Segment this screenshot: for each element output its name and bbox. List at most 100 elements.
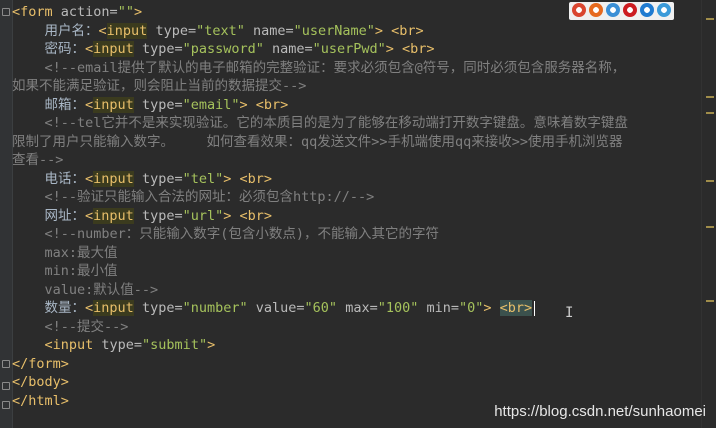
code-token: type= [141,300,183,316]
code-line[interactable]: 网址：<input type="url"> <br> [12,207,702,226]
opera-icon[interactable] [623,3,637,17]
code-token: 限制了用户只能输入数字。 如何查看效果：qq发送文件>>手机端使用qq来接收>>… [12,133,623,150]
stripe-mark[interactable] [706,300,714,302]
code-token: > <br> [385,41,435,57]
code-token: > [133,4,143,20]
code-line[interactable]: 电话：<input type="tel"> <br> [12,170,702,189]
code-token: <input [12,337,102,353]
code-token: type= [101,337,143,353]
code-line[interactable]: 用户名：<input type="text" name="userName"> … [12,22,702,41]
code-line[interactable]: value:默认值--> [12,281,702,300]
code-line[interactable]: 邮箱：<input type="email"> <br> [12,96,702,115]
code-line[interactable]: <!--提交--> [12,318,702,337]
code-line[interactable]: <!--tel它并不是来实现验证。它的本质目的是为了能够在移动端打开数字键盘。意… [12,114,702,133]
code-token: type= [141,96,183,113]
code-line[interactable]: 限制了用户只能输入数字。 如何查看效果：qq发送文件>>手机端使用qq来接收>>… [12,133,702,152]
code-token: <!--验证只能输入合法的网址：必须包含http://--> [12,189,375,205]
code-token: </html> [12,392,69,409]
code-token: < [85,41,94,57]
code-line[interactable]: 密码：<input type="password" name="userPwd"… [12,40,702,59]
code-token: "submit" [142,337,208,353]
code-line[interactable]: <input type="submit"> [12,336,702,355]
code-token: "email" [182,96,240,113]
code-token: "userPwd" [312,41,386,57]
stripe-mark[interactable] [706,112,714,114]
code-token: type= [141,207,183,224]
watermark: https://blog.csdn.net/sunhaomei [494,403,706,420]
browser-preview-toolbar [569,2,674,20]
code-token: <!--tel它并不是来实现验证。它的本质目的是为了能够在移动端打开数字键盘。意… [12,115,628,131]
code-token: "text" [196,22,245,39]
fold-marker-icon[interactable] [2,382,10,390]
firefox-icon[interactable] [589,3,603,17]
code-token: < [98,22,107,39]
code-token: "tel" [182,170,224,187]
code-token: input [93,96,134,113]
code-line[interactable]: <!--email提供了默认的电子邮箱的完整验证：要求必须包含@符号，同时必须包… [12,59,702,78]
code-line[interactable]: 查看--> [12,151,702,170]
code-token: "number" [182,300,248,316]
code-line[interactable]: min:最小值 [12,262,702,281]
code-token: value= [255,300,305,316]
stripe-mark[interactable] [706,96,714,98]
code-token: "60" [304,300,338,316]
code-token: "0" [459,300,484,316]
code-token: > [207,337,216,353]
code-token: 网址： [12,207,86,224]
stripe-mark[interactable] [706,180,714,182]
fold-marker-icon[interactable] [2,360,10,368]
code-token: <form [12,4,61,20]
code-token: type= [155,22,197,39]
code-token: 用户名： [12,22,99,39]
code-token: 如果不能满足验证，则会阻止当前的数据提交--> [12,78,307,94]
code-token: input [93,300,134,316]
code-line[interactable]: </body> [12,373,702,392]
code-line[interactable]: max:最大值 [12,244,702,263]
code-token: > <br> [223,170,272,187]
code-line[interactable]: <!--number：只能输入数字(包含小数点)，不能输入其它的字符 [12,225,702,244]
code-token: <!--email提供了默认的电子邮箱的完整验证：要求必须包含@符号，同时必须包… [12,59,626,76]
code-line[interactable]: <!--验证只能输入合法的网址：必须包含http://--> [12,188,702,207]
code-token: <!--提交--> [12,318,129,335]
code-token: <!--number：只能输入数字(包含小数点)，不能输入其它的字符 [12,226,440,242]
code-token: > <br> [374,22,424,39]
code-line[interactable]: </form> [12,355,702,374]
fold-marker-icon[interactable] [2,8,10,16]
code-token: > <br> [223,207,272,224]
code-token: name= [253,22,294,39]
code-token: </body> [12,374,69,390]
edge-icon[interactable] [657,3,671,17]
text-cursor-icon: I [565,305,574,321]
code-token: </form> [12,355,69,372]
stripe-mark[interactable] [706,18,714,20]
chrome-icon[interactable] [572,3,586,17]
code-token: > <br> [239,96,289,113]
code-token: 电话： [12,170,86,187]
ie-icon[interactable] [640,3,654,17]
safari-icon[interactable] [606,3,620,17]
code-token: input [106,22,148,39]
code-token: <br> [499,300,533,316]
code-token: "password" [182,41,264,57]
code-token: type= [141,170,183,187]
code-token: type= [141,41,183,57]
stripe-mark[interactable] [706,226,714,228]
code-token: input [93,207,134,224]
fold-marker-icon[interactable] [2,401,10,409]
code-token: "userName" [293,22,375,39]
error-stripe[interactable] [701,0,716,428]
code-token: max= [345,300,378,316]
code-token: < [85,300,94,316]
code-line[interactable]: 数量：<input type="number" value="60" max="… [12,299,702,318]
code-line[interactable]: 如果不能满足验证，则会阻止当前的数据提交--> [12,77,702,96]
code-token: 密码： [12,41,86,57]
code-token: 邮箱： [12,96,86,113]
code-editor[interactable]: <form action=""> 用户名：<input type="text" … [12,0,702,428]
code-token: input [93,41,134,57]
